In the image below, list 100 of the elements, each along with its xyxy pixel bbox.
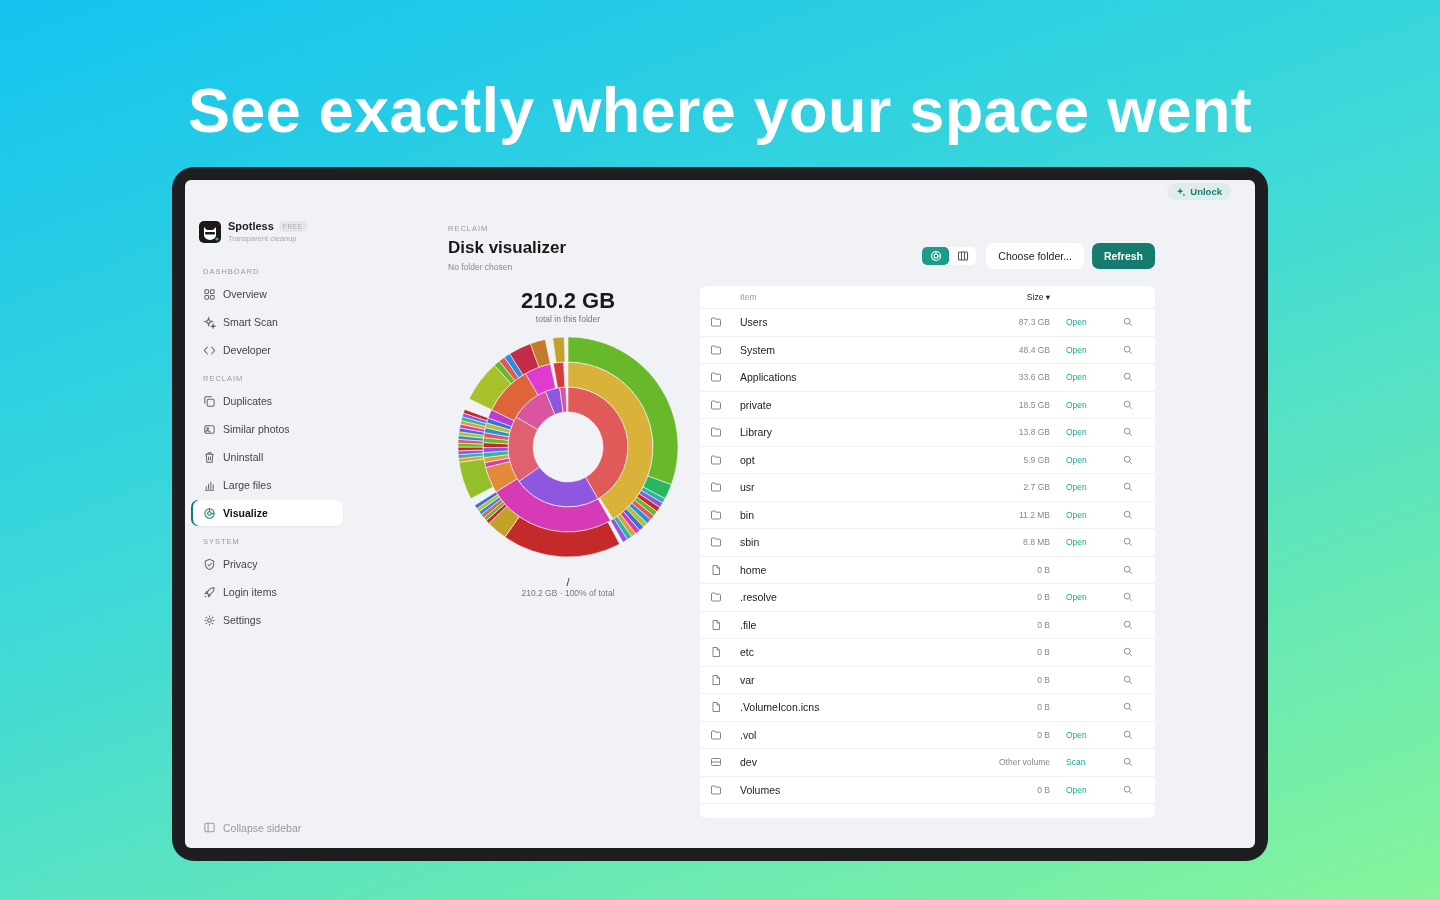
search-icon[interactable] — [1123, 729, 1133, 740]
refresh-button[interactable]: Refresh — [1091, 243, 1155, 269]
collapse-sidebar-button[interactable]: Collapse sidebar — [193, 821, 343, 834]
trash-icon — [203, 450, 216, 464]
row-action-link[interactable]: Open — [1066, 729, 1087, 740]
item-name: System — [740, 343, 776, 356]
folder-icon — [710, 343, 722, 356]
sidebar-item[interactable]: Settings — [193, 607, 343, 633]
row-action-link[interactable]: Open — [1066, 399, 1087, 410]
folder-detail: 210.2 GB · 100% of total — [521, 588, 615, 598]
item-size: Other volume — [998, 757, 1050, 768]
sparkle-icon — [203, 315, 216, 329]
choose-folder-button[interactable]: Choose folder... — [986, 243, 1084, 269]
rocket-icon — [203, 585, 216, 599]
item-size: 13.8 GB — [1018, 427, 1050, 438]
item-name: bin — [740, 508, 755, 521]
item-size: 0 B — [1037, 647, 1050, 658]
page-subtitle: No folder chosen — [448, 262, 514, 272]
search-icon[interactable] — [1123, 592, 1133, 603]
row-action-link[interactable]: Open — [1066, 537, 1087, 548]
sidebar-item[interactable]: Developer — [193, 337, 343, 363]
folder-path: / — [566, 576, 570, 588]
sidebar-item[interactable]: Similar photos — [193, 416, 343, 442]
search-icon[interactable] — [1123, 619, 1133, 630]
row-action-link[interactable]: Open — [1066, 317, 1087, 328]
file-icon — [710, 646, 722, 659]
total-size: 210.2 GB — [520, 288, 616, 314]
sidebar-item[interactable]: Privacy — [193, 551, 343, 577]
item-name: Volumes — [740, 783, 782, 796]
search-icon[interactable] — [1123, 509, 1133, 520]
item-name: private — [740, 398, 773, 411]
search-icon[interactable] — [1123, 399, 1133, 410]
search-icon[interactable] — [1123, 702, 1133, 713]
sidebar-item[interactable]: Login items — [193, 579, 343, 605]
file-icon — [710, 563, 722, 576]
sidebar-item[interactable]: Visualize — [193, 500, 343, 526]
item-size: 5.9 GB — [1023, 454, 1050, 465]
item-size: 48.4 GB — [1018, 344, 1050, 355]
folder-icon — [710, 371, 722, 384]
columns-icon — [956, 250, 969, 262]
row-action-link[interactable]: Scan — [1066, 757, 1086, 768]
sidebar-item[interactable]: Smart Scan — [193, 309, 343, 335]
item-name: .vol — [740, 728, 758, 741]
item-size: 0 B — [1037, 729, 1050, 740]
folder-icon — [710, 591, 722, 604]
search-icon[interactable] — [1123, 344, 1133, 355]
row-action-link[interactable]: Open — [1066, 372, 1087, 383]
item-size: 11.2 MB — [1018, 509, 1050, 520]
item-name: opt — [740, 453, 756, 466]
column-header[interactable]: Size ▾ — [1026, 292, 1050, 302]
shield-icon — [203, 557, 216, 571]
item-name: sbin — [740, 536, 761, 549]
search-icon[interactable] — [1123, 784, 1133, 795]
drive-icon — [710, 756, 722, 769]
sparkle-icon — [1176, 186, 1187, 197]
search-icon[interactable] — [1123, 454, 1133, 465]
file-icon — [710, 701, 722, 714]
search-icon[interactable] — [1123, 564, 1133, 575]
search-icon[interactable] — [1123, 647, 1133, 658]
sunburst-icon — [929, 250, 942, 262]
item-size: 0 B — [1037, 592, 1050, 603]
item-name: etc — [740, 646, 755, 659]
item-name: Users — [740, 316, 769, 329]
total-caption: total in this folder — [535, 314, 601, 324]
sidebar-item[interactable]: Large files — [193, 472, 343, 498]
row-action-link[interactable]: Open — [1066, 344, 1087, 355]
search-icon[interactable] — [1123, 537, 1133, 548]
row-action-link[interactable]: Open — [1066, 592, 1087, 603]
row-action-link[interactable]: Open — [1066, 509, 1087, 520]
page-title: Disk visualizer — [448, 238, 567, 258]
search-icon[interactable] — [1123, 482, 1133, 493]
item-size: 8.8 MB — [1023, 537, 1050, 548]
row-action-link[interactable]: Open — [1066, 784, 1087, 795]
sidebar-item[interactable]: Duplicates — [193, 388, 343, 414]
file-icon — [710, 618, 722, 631]
row-action-link[interactable]: Open — [1066, 482, 1087, 493]
search-icon[interactable] — [1123, 427, 1133, 438]
item-name: .resolve — [740, 591, 778, 604]
folder-icon — [710, 508, 722, 521]
column-header[interactable]: Item — [740, 292, 1027, 302]
search-icon[interactable] — [1123, 674, 1133, 685]
app-name: Spotless — [228, 220, 274, 232]
item-name: var — [740, 673, 756, 686]
file-icon — [710, 673, 722, 686]
sidebar-item[interactable]: Uninstall — [193, 444, 343, 470]
sunburst-view-button[interactable] — [922, 247, 950, 265]
item-name: dev — [740, 756, 758, 769]
row-action-link[interactable]: Open — [1066, 454, 1087, 465]
folder-icon — [710, 453, 722, 466]
sidebar-item[interactable]: Overview — [193, 281, 343, 307]
row-action-link[interactable]: Open — [1066, 427, 1087, 438]
grid-icon — [203, 287, 216, 301]
photo-icon — [203, 422, 216, 436]
item-size: 0 B — [1037, 674, 1050, 685]
item-name: home — [740, 563, 768, 576]
search-icon[interactable] — [1123, 757, 1133, 768]
item-size: 87.3 GB — [1018, 317, 1050, 328]
search-icon[interactable] — [1123, 317, 1133, 328]
search-icon[interactable] — [1123, 372, 1133, 383]
unlock-button[interactable]: Unlock — [1167, 183, 1231, 200]
